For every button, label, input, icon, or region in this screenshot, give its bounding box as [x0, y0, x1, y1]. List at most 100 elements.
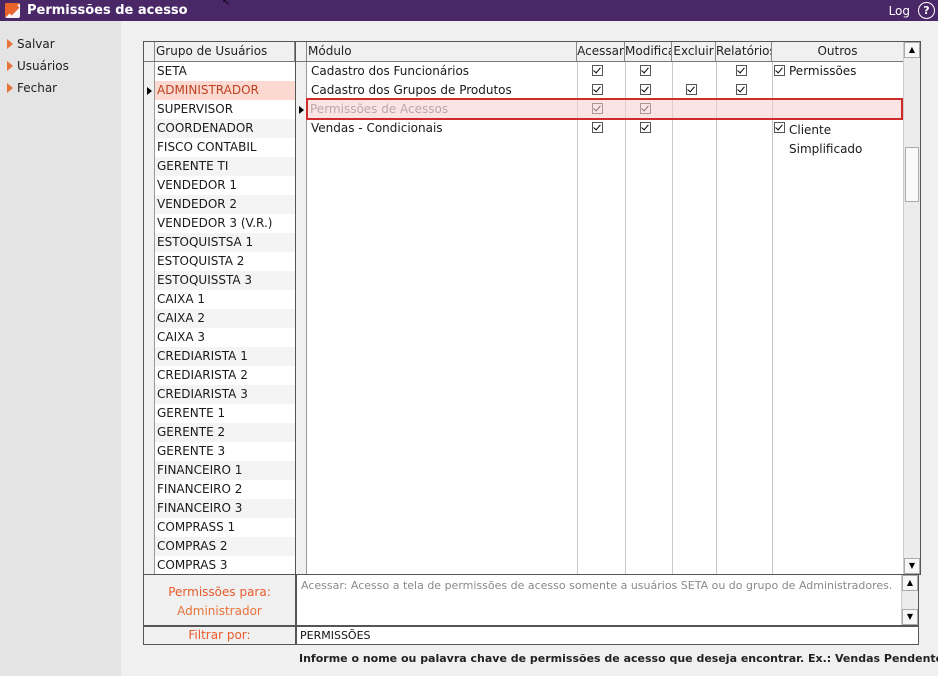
acessar-checkbox[interactable]	[592, 103, 603, 114]
scroll-up-icon[interactable]: ▲	[904, 42, 920, 58]
sidebar-item-usuarios[interactable]: Usuários	[7, 57, 69, 75]
window-title: Permissões de acesso	[27, 3, 188, 18]
help-icon[interactable]: ?	[918, 2, 935, 19]
modifica-checkbox[interactable]	[640, 103, 651, 114]
module-name: Cadastro dos Funcionários	[311, 64, 470, 78]
user-groups-grid: Grupo de Usuários SETA ADMINISTRADOR SUPER…	[143, 41, 307, 575]
group-row[interactable]: FINANCEIRO 3	[155, 499, 295, 518]
permissions-for-group: Administrador	[177, 604, 262, 618]
outros-label: Permissões	[789, 64, 857, 78]
sidebar: Salvar Usuários Fechar	[0, 21, 121, 676]
module-row[interactable]: Cadastro dos Funcionários Permissões	[307, 62, 904, 81]
outros-checkbox[interactable]	[774, 65, 785, 76]
scroll-down-icon[interactable]: ▼	[904, 558, 920, 574]
group-row[interactable]: VENDEDOR 1	[155, 176, 295, 195]
excluir-header: Excluir	[672, 42, 716, 61]
module-row[interactable]: Permissões de Acessos	[307, 100, 904, 119]
scroll-down-icon[interactable]: ▼	[902, 609, 918, 625]
group-row[interactable]: GERENTE 1	[155, 404, 295, 423]
excluir-checkbox[interactable]	[686, 84, 697, 95]
acessar-checkbox[interactable]	[592, 84, 603, 95]
group-row[interactable]: VENDEDOR 2	[155, 195, 295, 214]
column-divider	[672, 62, 673, 574]
outros-checkbox[interactable]	[774, 122, 785, 133]
acessar-checkbox[interactable]	[592, 65, 603, 76]
relatorios-checkbox[interactable]	[736, 65, 747, 76]
group-row[interactable]: GERENTE 3	[155, 442, 295, 461]
group-row[interactable]: ESTOQUISTSA 1	[155, 233, 295, 252]
group-row[interactable]: GERENTE TI	[155, 157, 295, 176]
group-row[interactable]: FINANCEIRO 2	[155, 480, 295, 499]
group-row[interactable]: CAIXA 1	[155, 290, 295, 309]
relatorios-checkbox[interactable]	[736, 84, 747, 95]
scroll-up-icon[interactable]: ▲	[902, 575, 918, 591]
sidebar-item-label: Salvar	[17, 37, 55, 51]
modules-grid: Módulo Acessar Modifica Excluir Relatóri…	[295, 41, 921, 575]
module-row[interactable]: Vendas - Condicionais Cliente Simplificad…	[307, 119, 904, 156]
column-divider	[577, 62, 578, 574]
modifica-checkbox[interactable]	[640, 84, 651, 95]
indicator-header	[296, 42, 307, 61]
column-divider	[772, 62, 773, 574]
column-divider	[625, 62, 626, 574]
group-row[interactable]: FISCO CONTABIL	[155, 138, 295, 157]
group-row[interactable]: CREDIARISTA 2	[155, 366, 295, 385]
sidebar-item-label: Usuários	[17, 59, 69, 73]
scrollbar-thumb[interactable]	[905, 147, 919, 202]
sidebar-item-salvar[interactable]: Salvar	[7, 35, 55, 53]
arrow-right-icon	[7, 39, 13, 49]
group-row[interactable]: COMPRAS 2	[155, 537, 295, 556]
group-row[interactable]: SETA	[155, 62, 295, 81]
group-row[interactable]: COMPRASS 1	[155, 518, 295, 537]
group-row[interactable]: SUPERVISOR	[155, 100, 295, 119]
description-scrollbar[interactable]: ▲ ▼	[901, 575, 918, 625]
sidebar-item-label: Fechar	[17, 81, 58, 95]
module-name: Cadastro dos Grupos de Produtos	[311, 83, 512, 97]
module-row[interactable]: Cadastro dos Grupos de Produtos	[307, 81, 904, 100]
row-indicator-column	[296, 62, 307, 574]
group-row[interactable]: GERENTE 2	[155, 423, 295, 442]
arrow-right-icon	[7, 61, 13, 71]
outros-label: Cliente Simplificado	[789, 123, 863, 156]
acessar-header: Acessar	[577, 42, 625, 61]
group-row[interactable]: COORDENADOR	[155, 119, 295, 138]
filter-label: Filtrar por:	[143, 626, 296, 645]
arrow-right-icon	[7, 83, 13, 93]
group-row[interactable]: ESTOQUISTA 2	[155, 252, 295, 271]
sidebar-item-fechar[interactable]: Fechar	[7, 79, 57, 97]
modifica-header: Modifica	[625, 42, 672, 61]
relatorios-header: Relatórios	[716, 42, 772, 61]
current-row-arrow-icon	[299, 106, 304, 114]
group-row[interactable]: VENDEDOR 3 (V.R.)	[155, 214, 295, 233]
modules-vertical-scrollbar[interactable]: ▲ ▼	[903, 42, 920, 574]
app-logo-icon	[5, 3, 20, 18]
modifica-checkbox[interactable]	[640, 122, 651, 133]
acessar-checkbox[interactable]	[592, 122, 603, 133]
filter-hint: Informe o nome ou palavra chave de permi…	[299, 652, 938, 665]
permissions-for-label: Permissões para:	[168, 585, 271, 599]
log-button[interactable]: Log	[889, 4, 910, 18]
group-row[interactable]: ESTOQUISSTA 3	[155, 271, 295, 290]
groups-header: Grupo de Usuários	[144, 42, 306, 62]
module-name: Vendas - Condicionais	[311, 121, 443, 135]
group-row[interactable]: CREDIARISTA 1	[155, 347, 295, 366]
group-row[interactable]: CAIXA 3	[155, 328, 295, 347]
filter-input[interactable]: PERMISSÕES	[296, 626, 919, 645]
modules-header: Módulo Acessar Modifica Excluir Relatóri…	[296, 42, 904, 62]
description-memo[interactable]: Acessar: Acesso a tela de permissões de …	[296, 574, 919, 626]
groups-header-label: Grupo de Usuários	[155, 42, 295, 61]
column-divider	[716, 62, 717, 574]
description-text: Acessar: Acesso a tela de permissões de …	[301, 579, 893, 592]
group-row[interactable]: ADMINISTRADOR	[155, 81, 295, 100]
outros-header: Outros	[772, 42, 904, 61]
group-row[interactable]: FINANCEIRO 1	[155, 461, 295, 480]
module-name: Permissões de Acessos	[310, 102, 449, 116]
permissions-for-panel: Permissões para: Administrador	[143, 574, 296, 626]
modifica-checkbox[interactable]	[640, 65, 651, 76]
group-row[interactable]: COMPRAS 3	[155, 556, 295, 575]
group-row[interactable]: CAIXA 2	[155, 309, 295, 328]
title-bar: Permissões de acesso ↖ Log ?	[0, 0, 938, 21]
group-row[interactable]: CREDIARISTA 3	[155, 385, 295, 404]
row-indicator-column	[144, 62, 155, 574]
mouse-cursor-icon: ↖	[222, 0, 231, 8]
